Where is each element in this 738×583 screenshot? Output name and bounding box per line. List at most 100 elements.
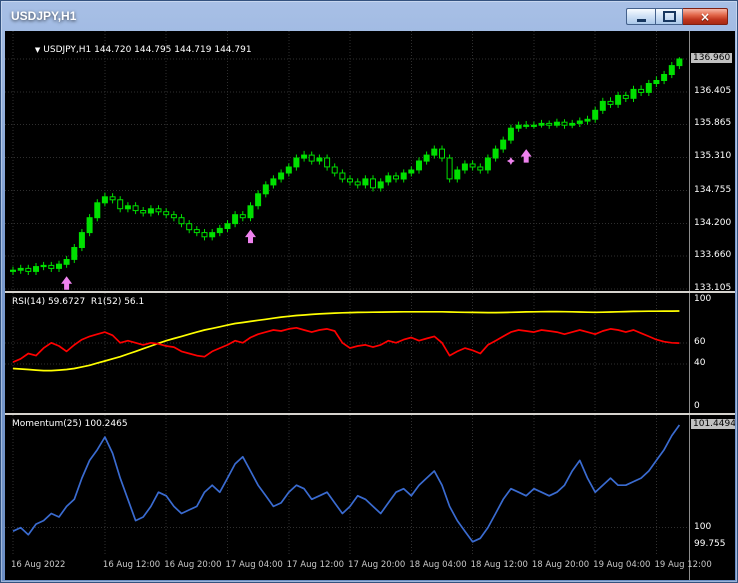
candle	[562, 122, 567, 125]
candle	[440, 149, 445, 158]
time-axis-label: 17 Aug 12:00	[287, 560, 344, 570]
signal-star-icon	[507, 157, 515, 165]
candle	[585, 119, 590, 121]
candle	[271, 179, 276, 185]
candle	[524, 125, 529, 126]
time-axis-label: 17 Aug 20:00	[348, 560, 405, 570]
time-axis-label: 16 Aug 12:00	[103, 560, 160, 570]
candle	[623, 95, 628, 98]
candle	[156, 209, 161, 212]
candle	[417, 161, 422, 170]
rsi-indicator-panel[interactable]: RSI(14) 59.6727 R1(52) 56.1 10060400	[5, 293, 735, 413]
candle	[669, 66, 674, 75]
maximize-button[interactable]	[655, 8, 683, 25]
candle	[57, 264, 62, 268]
axis-label: 134.200	[694, 218, 731, 228]
chart-window: USDJPY,H1 × ▼USDJPY,H1 144.720 144.795 1…	[0, 0, 738, 583]
buy-signal-arrow-icon	[521, 149, 532, 163]
time-axis-label: 18 Aug 20:00	[532, 560, 589, 570]
candle	[256, 194, 261, 206]
candle	[508, 128, 513, 140]
candle	[225, 224, 230, 229]
candle	[577, 121, 582, 123]
time-axis[interactable]: 16 Aug 202216 Aug 12:0016 Aug 20:0017 Au…	[5, 555, 735, 580]
candle	[570, 123, 575, 125]
candle	[447, 158, 452, 179]
candle	[49, 265, 54, 268]
close-button[interactable]: ×	[683, 8, 728, 25]
close-icon: ×	[700, 11, 710, 23]
candle	[455, 170, 460, 179]
candle	[26, 268, 31, 271]
candle	[148, 209, 153, 213]
time-axis-label: 17 Aug 04:00	[225, 560, 282, 570]
candle	[662, 75, 667, 81]
time-axis-label: 19 Aug 12:00	[654, 560, 711, 570]
candle	[386, 176, 391, 182]
time-axis-label: 18 Aug 04:00	[409, 560, 466, 570]
axis-label: 100	[694, 294, 711, 304]
rsi-ma-line	[13, 311, 679, 371]
candle	[616, 95, 621, 104]
candle	[64, 260, 69, 265]
candle	[286, 167, 291, 173]
candle	[654, 81, 659, 84]
axis-label: 99.755	[694, 539, 726, 549]
candle	[202, 233, 207, 237]
candle	[631, 89, 636, 98]
candle	[371, 179, 376, 188]
axis-current-value: 136.960	[691, 53, 732, 63]
axis-current-value: 101.4494	[691, 419, 735, 429]
rsi-axis-separator	[689, 293, 690, 413]
window-title: USDJPY,H1	[11, 9, 76, 23]
title-bar[interactable]: USDJPY,H1 ×	[1, 1, 737, 31]
minimize-button[interactable]	[626, 8, 655, 25]
candle	[325, 158, 330, 167]
momentum-axis-separator	[689, 415, 690, 555]
maximize-icon	[663, 11, 676, 22]
axis-label: 40	[694, 358, 705, 368]
candle	[355, 182, 360, 185]
candle	[125, 206, 130, 209]
candle	[639, 89, 644, 92]
candle	[171, 215, 176, 218]
candle	[547, 123, 552, 125]
time-axis-label: 16 Aug 20:00	[164, 560, 221, 570]
axis-label: 133.105	[694, 283, 731, 291]
candle	[248, 206, 253, 218]
axis-label: 135.310	[694, 151, 731, 161]
candle	[554, 122, 559, 125]
window-controls: ×	[626, 8, 728, 25]
candle	[217, 228, 222, 232]
axis-label: 135.865	[694, 118, 731, 128]
candle	[11, 270, 16, 271]
candle	[72, 248, 77, 260]
rsi-line	[13, 328, 679, 362]
time-axis-label: 18 Aug 12:00	[471, 560, 528, 570]
momentum-chart[interactable]	[5, 415, 735, 555]
candle	[309, 155, 314, 161]
candle	[677, 59, 682, 66]
price-chart-panel[interactable]: ▼USDJPY,H1 144.720 144.795 144.719 144.7…	[5, 31, 735, 291]
candle	[79, 233, 84, 248]
axis-label: 136.405	[694, 86, 731, 96]
chart-client-area: ▼USDJPY,H1 144.720 144.795 144.719 144.7…	[5, 31, 735, 580]
candle	[240, 215, 245, 218]
rsi-chart[interactable]	[5, 293, 735, 413]
candle	[409, 170, 414, 173]
candle	[539, 123, 544, 125]
candle	[470, 164, 475, 167]
candle	[378, 182, 383, 188]
axis-label: 134.755	[694, 185, 731, 195]
candle	[194, 230, 199, 233]
momentum-indicator-panel[interactable]: Momentum(25) 100.2465 101.449410099.755	[5, 415, 735, 555]
candle	[340, 173, 345, 179]
candlestick-chart[interactable]	[5, 31, 735, 291]
candle	[118, 200, 123, 209]
candle	[394, 176, 399, 179]
candle	[141, 211, 146, 213]
momentum-line	[13, 425, 679, 542]
candle	[95, 203, 100, 218]
candle	[531, 125, 536, 126]
candle	[18, 268, 23, 270]
